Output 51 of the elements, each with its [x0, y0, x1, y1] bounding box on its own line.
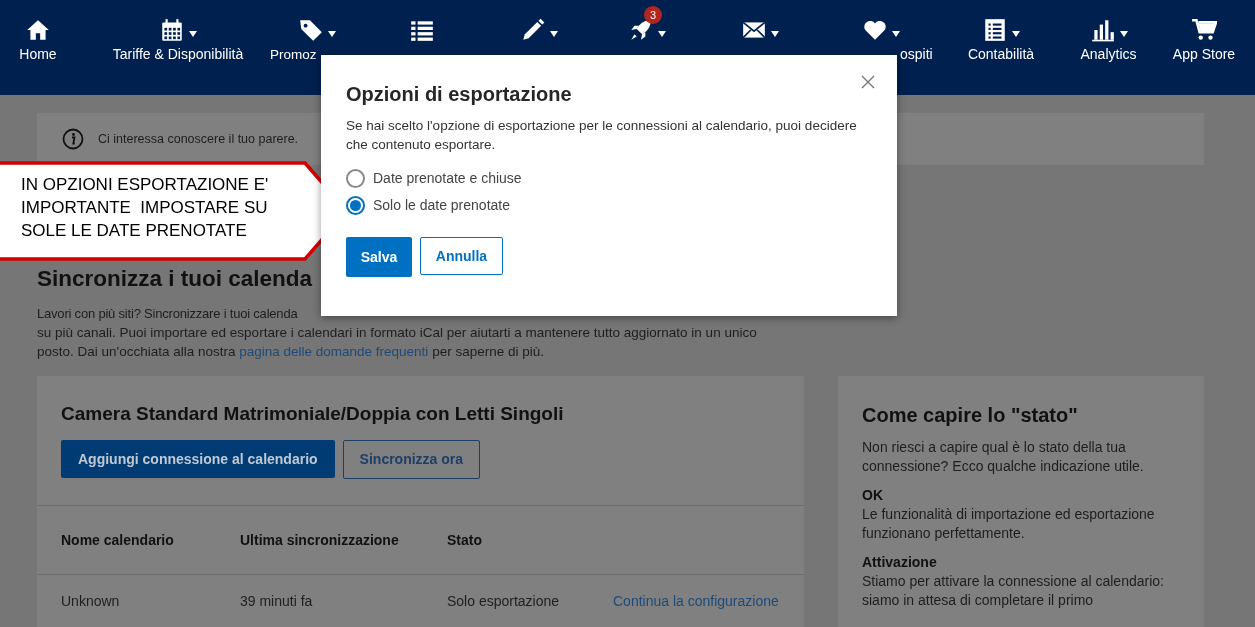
nav-label: Analytics: [1080, 46, 1137, 63]
callout-text: IN OPZIONI ESPORTAZIONE E' IMPORTANTE IMPOSTARE SU SOLE LE DATE PRENOTATE: [21, 174, 270, 242]
nav-item[interactable]: App Store: [1153, 4, 1255, 63]
ledger-icon: [982, 17, 1008, 43]
status-term: Attivazione: [862, 553, 938, 572]
nav-item[interactable]: ospiti: [812, 4, 938, 63]
nav-item[interactable]: Analytics: [1052, 4, 1153, 63]
status-description: Le funzionalità di importazione ed esportazione funzionano perfettamente.: [862, 505, 1156, 543]
radio-button[interactable]: [346, 169, 365, 188]
intro-line: su più canali. Puoi importare ed esportare i calendari in formato iCal per aiutarti a mantenere tutto aggiornato in un unico: [37, 324, 758, 342]
nav-item[interactable]: Promoz: [268, 4, 366, 63]
close-icon[interactable]: [861, 75, 875, 89]
calendar-icon: [159, 17, 185, 43]
status-description: Stiamo per attivare la connessione al calendario: siamo in attesa di completare il primo: [862, 572, 1165, 610]
nav-item[interactable]: 3: [587, 4, 695, 46]
help-text: Non riesci a capire qual è lo stato della tua connessione? Ecco qualche indicazione utile.: [862, 438, 1145, 476]
nav-label: Promoz: [270, 46, 317, 63]
radio-option[interactable]: Solo le date prenotate: [346, 195, 510, 216]
nav-item[interactable]: Tariffe & Disponibilità: [76, 4, 268, 63]
nav-label: Contabilità: [967, 46, 1035, 63]
radio-option[interactable]: Date prenotate e chiuse: [346, 168, 522, 189]
tag-icon: [298, 17, 324, 43]
intro-line: Lavori con più siti? Sincronizzare i tuoi calenda: [37, 305, 299, 323]
info-icon: [62, 128, 84, 150]
nav-item[interactable]: Contabilità: [938, 4, 1052, 63]
room-title: Camera Standard Matrimoniale/Doppia con Letti Singoli: [61, 402, 565, 426]
column-header: Nome calendario: [61, 530, 175, 550]
banner-text: Ci interessa conoscere il tuo parere.: [98, 130, 299, 148]
column-header: Stato: [447, 530, 483, 550]
nav-label: Home: [19, 46, 57, 63]
add-connection-button[interactable]: Aggiungi connessione al calendario: [61, 440, 335, 478]
help-title: Come capire lo "stato": [862, 403, 1079, 428]
table-cell-text: 39 minuti fa: [240, 591, 314, 611]
nav-label: App Store: [1172, 46, 1236, 63]
dialog-title: Opzioni di esportazione: [346, 82, 573, 106]
dialog-text: Se hai scelto l'opzione di esportazione per le connessioni al calendario, puoi decidere che contenuto esportare.: [346, 117, 858, 154]
cart-icon: [1191, 17, 1217, 43]
status-term: OK: [862, 486, 884, 505]
table-cell-text: Solo esportazione: [447, 591, 561, 611]
page-heading: Sincronizza i tuoi calenda: [37, 265, 314, 293]
column-header: Ultima sincronizzazione: [240, 530, 400, 550]
notification-badge: 3: [644, 6, 662, 24]
radio-button[interactable]: [346, 196, 365, 215]
bar-chart-icon: [1089, 17, 1116, 43]
cancel-button[interactable]: Annulla: [420, 237, 503, 275]
nav-label: ospiti: [900, 46, 933, 63]
nav-item[interactable]: Home: [0, 4, 76, 63]
save-button[interactable]: Salva: [346, 237, 412, 277]
intro-line: posto. Dai un'occhiata alla nostra pagina delle domande frequenti per saperne di più.: [37, 343, 545, 361]
table-cell-text: Unknown: [61, 591, 121, 611]
nav-label: Tariffe & Disponibilità: [112, 46, 244, 63]
